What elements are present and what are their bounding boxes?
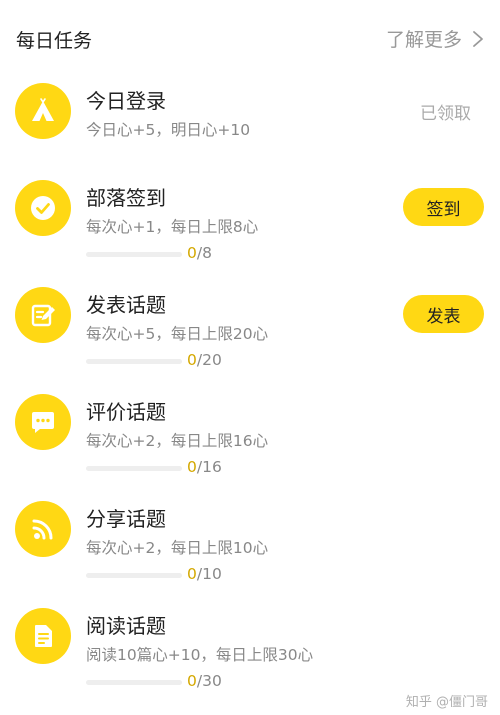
progress-total: /30	[196, 672, 222, 690]
share-feed-icon	[15, 501, 71, 557]
claimed-status: 已领取	[420, 104, 471, 124]
progress-bar	[86, 680, 182, 685]
progress-current: 0	[187, 565, 197, 583]
task-title: 评价话题	[86, 400, 166, 424]
post-button[interactable]: 发表	[403, 295, 484, 333]
progress-bar	[86, 466, 182, 471]
checkin-button[interactable]: 签到	[403, 188, 484, 226]
task-description: 每次心+5，每日上限20心	[86, 325, 269, 343]
task-description: 每次心+2，每日上限10心	[86, 539, 269, 557]
chevron-right-icon	[473, 30, 483, 47]
watermark: 知乎 @僵门哥	[405, 695, 488, 710]
tent-icon	[15, 83, 71, 139]
page-title: 每日任务	[16, 30, 93, 52]
task-title: 部落签到	[86, 186, 166, 210]
task-title: 分享话题	[86, 507, 166, 531]
task-description: 每次心+1，每日上限8心	[86, 218, 259, 236]
progress-text: 0/16	[187, 458, 222, 476]
check-circle-icon	[15, 180, 71, 236]
progress-total: /20	[196, 351, 222, 369]
task-description: 每次心+2，每日上限16心	[86, 432, 269, 450]
learn-more-link[interactable]: 了解更多	[386, 25, 484, 52]
progress-total: /16	[196, 458, 222, 476]
task-title: 今日登录	[86, 89, 166, 113]
progress-total: /10	[196, 565, 222, 583]
edit-icon	[15, 287, 71, 343]
page-header: 每日任务 了解更多	[0, 0, 500, 80]
task-description: 阅读10篇心+10，每日上限30心	[86, 646, 314, 664]
progress-current: 0	[187, 244, 197, 262]
chat-bubble-icon	[15, 394, 71, 450]
progress-bar	[86, 252, 182, 257]
progress-text: 0/30	[187, 672, 222, 690]
progress-text: 0/10	[187, 565, 222, 583]
progress-bar	[86, 359, 182, 364]
progress-current: 0	[187, 672, 197, 690]
document-icon	[15, 608, 71, 664]
task-title: 阅读话题	[86, 614, 166, 638]
learn-more-label: 了解更多	[385, 29, 462, 51]
progress-current: 0	[187, 458, 197, 476]
progress-bar	[86, 573, 182, 578]
progress-text: 0/20	[187, 351, 222, 369]
progress-current: 0	[187, 351, 197, 369]
progress-text: 0/8	[187, 244, 212, 262]
task-description: 今日心+5，明日心+10	[86, 121, 251, 139]
task-title: 发表话题	[86, 293, 166, 317]
progress-total: /8	[196, 244, 212, 262]
